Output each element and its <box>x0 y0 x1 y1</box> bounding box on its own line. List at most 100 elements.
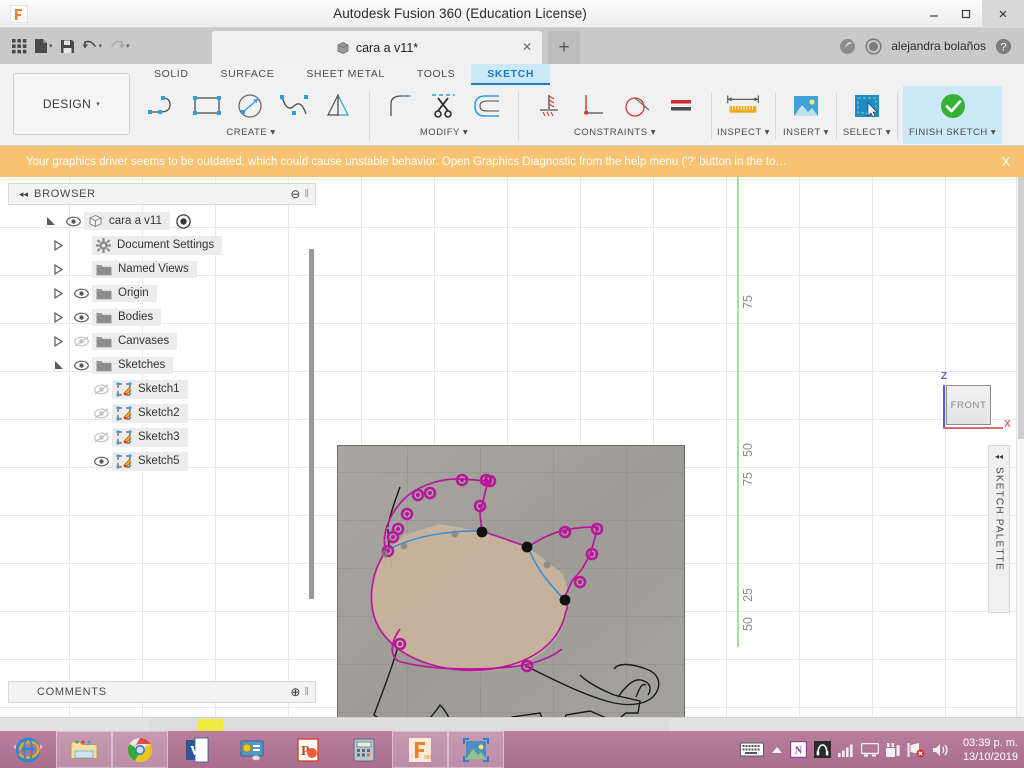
tree-item-canvases[interactable]: Canvases <box>8 329 316 353</box>
visibility-eye-hidden-icon-canvases[interactable] <box>70 335 92 347</box>
visibility-eye-hidden-icon-sketch1[interactable] <box>90 383 112 395</box>
visibility-eye-hidden-icon-sketch2[interactable] <box>90 407 112 419</box>
expander-icon-sketches[interactable] <box>54 360 70 371</box>
calculator-icon[interactable] <box>336 731 392 768</box>
browser-minimize-icon[interactable]: ⊖ <box>290 187 304 201</box>
ribbon-group-finish-sketch[interactable]: FINISH SKETCH ▾ <box>902 86 1003 144</box>
constraints-caret-icon[interactable]: ▾ <box>651 127 656 138</box>
file-icon[interactable]: ▾ <box>32 33 55 59</box>
tab-surface[interactable]: SURFACE <box>205 64 291 83</box>
comments-grip-icon[interactable]: ‖ <box>304 686 315 698</box>
timeline-strip[interactable] <box>0 717 1024 731</box>
tree-item-document-settings[interactable]: Document Settings <box>8 233 316 257</box>
banner-close-icon[interactable]: X <box>988 154 1024 169</box>
trim-icon[interactable] <box>423 87 465 125</box>
sketch-palette-tab[interactable]: ◂◂ SKETCH PALETTE <box>988 445 1010 613</box>
fusion360-icon[interactable]: 360 <box>392 731 448 768</box>
tree-item-bodies[interactable]: Bodies <box>8 305 316 329</box>
circle-icon[interactable] <box>230 87 272 125</box>
visibility-eye-icon-sketches[interactable] <box>70 360 92 371</box>
account-name[interactable]: alejandra bolaños <box>891 39 986 53</box>
view-cube-front-face[interactable]: FRONT <box>946 385 991 425</box>
add-comment-icon[interactable]: ⊕ <box>290 685 304 699</box>
sketch-palette-expand-icon[interactable]: ◂◂ <box>995 452 1003 461</box>
tree-item-sketch2[interactable]: Sketch2 <box>8 401 316 425</box>
tree-item-named-views[interactable]: Named Views <box>8 257 316 281</box>
visibility-eye-hidden-icon-sketch3[interactable] <box>90 431 112 443</box>
activate-component-icon[interactable] <box>176 213 191 229</box>
browser-collapse-icon[interactable]: ◂◂ <box>9 189 34 200</box>
file-explorer-icon[interactable] <box>56 731 112 768</box>
tree-item-sketch3[interactable]: Sketch3 <box>8 425 316 449</box>
fillet-icon[interactable] <box>379 87 421 125</box>
redo-icon[interactable]: ▾ <box>107 33 132 59</box>
tree-item-sketches[interactable]: Sketches <box>8 353 316 377</box>
insert-image-icon[interactable] <box>785 87 827 125</box>
visibility-eye-icon-bodies[interactable] <box>70 312 92 323</box>
create-caret-icon[interactable]: ▾ <box>270 127 275 138</box>
tab-sketch[interactable]: SKETCH <box>471 64 551 85</box>
display-icon[interactable] <box>860 742 879 757</box>
signal-icon[interactable] <box>837 743 854 757</box>
document-tab-close-icon[interactable]: ✕ <box>522 40 532 54</box>
measure-icon[interactable] <box>722 87 764 125</box>
select-window-icon[interactable] <box>846 87 888 125</box>
tree-item-sketch5[interactable]: Sketch5 <box>8 449 316 473</box>
help-icon[interactable]: ? <box>995 38 1012 55</box>
rectangle-icon[interactable] <box>186 87 228 125</box>
viewport-scrollbar[interactable] <box>1016 177 1024 717</box>
chrome-icon[interactable] <box>112 731 168 768</box>
equal-constraint-icon[interactable] <box>660 87 702 125</box>
spline-icon[interactable] <box>274 87 316 125</box>
expander-icon-bodies[interactable] <box>54 311 70 323</box>
word-icon[interactable]: W <box>168 731 224 768</box>
inspect-caret-icon[interactable]: ▾ <box>765 127 770 138</box>
visibility-eye-icon-sketch5[interactable] <box>90 456 112 467</box>
tab-tools[interactable]: TOOLS <box>401 64 471 83</box>
app-grid-icon[interactable] <box>10 33 29 59</box>
finish-sketch-caret-icon[interactable]: ▾ <box>991 127 996 138</box>
maximize-button[interactable] <box>950 0 982 28</box>
tree-item-cara-a-v11[interactable]: cara a v11 <box>8 209 316 233</box>
presentation-icon[interactable] <box>224 731 280 768</box>
internet-explorer-icon[interactable] <box>0 731 56 768</box>
horizontal-vertical-constraint-icon[interactable] <box>528 87 570 125</box>
viewport-scrollbar-thumb[interactable] <box>1018 177 1024 439</box>
workspace-switcher-button[interactable]: DESIGN ▾ <box>13 73 130 135</box>
show-hidden-icons-icon[interactable] <box>771 745 783 755</box>
comments-panel-header[interactable]: COMMENTS ⊕ ‖ <box>8 681 316 703</box>
browser-grip-icon[interactable]: ‖ <box>304 188 315 200</box>
expander-icon-named-views[interactable] <box>54 263 70 275</box>
insert-caret-icon[interactable]: ▾ <box>824 127 829 138</box>
document-tab[interactable]: cara a v11* ✕ <box>212 31 542 64</box>
keyboard-icon[interactable] <box>739 742 764 758</box>
onenote-icon[interactable]: N <box>789 741 807 758</box>
visibility-eye-icon-root[interactable] <box>62 216 84 227</box>
file-menu-caret[interactable]: ▾ <box>49 42 53 50</box>
job-status-icon[interactable] <box>865 37 882 55</box>
powerpoint-icon[interactable]: P <box>280 731 336 768</box>
modify-caret-icon[interactable]: ▾ <box>463 127 468 138</box>
expander-icon-canvases[interactable] <box>54 335 70 347</box>
audio-app-icon[interactable] <box>813 741 831 758</box>
save-icon[interactable] <box>58 33 77 59</box>
timeline-track[interactable] <box>150 719 670 731</box>
timeline-marker[interactable] <box>197 719 223 731</box>
mirror-icon[interactable] <box>318 87 360 125</box>
visibility-eye-icon-origin[interactable] <box>70 288 92 299</box>
line-icon[interactable] <box>142 87 184 125</box>
tab-solid[interactable]: SOLID <box>138 64 205 83</box>
undo-history-caret[interactable]: ▾ <box>99 42 103 50</box>
expander-icon-origin[interactable] <box>54 287 70 299</box>
tree-item-sketch1[interactable]: Sketch1 <box>8 377 316 401</box>
expander-icon-root[interactable] <box>46 216 62 227</box>
extension-icon[interactable] <box>839 38 856 55</box>
browser-scrollbar-thumb[interactable] <box>309 249 314 599</box>
tangent-constraint-icon[interactable] <box>616 87 658 125</box>
new-tab-button[interactable]: + <box>548 31 580 64</box>
perpendicular-constraint-icon[interactable] <box>572 87 614 125</box>
photos-icon[interactable] <box>448 731 504 768</box>
undo-icon[interactable]: ▾ <box>80 33 105 59</box>
tree-item-origin[interactable]: Origin <box>8 281 316 305</box>
expander-icon-document-settings[interactable] <box>54 239 70 251</box>
